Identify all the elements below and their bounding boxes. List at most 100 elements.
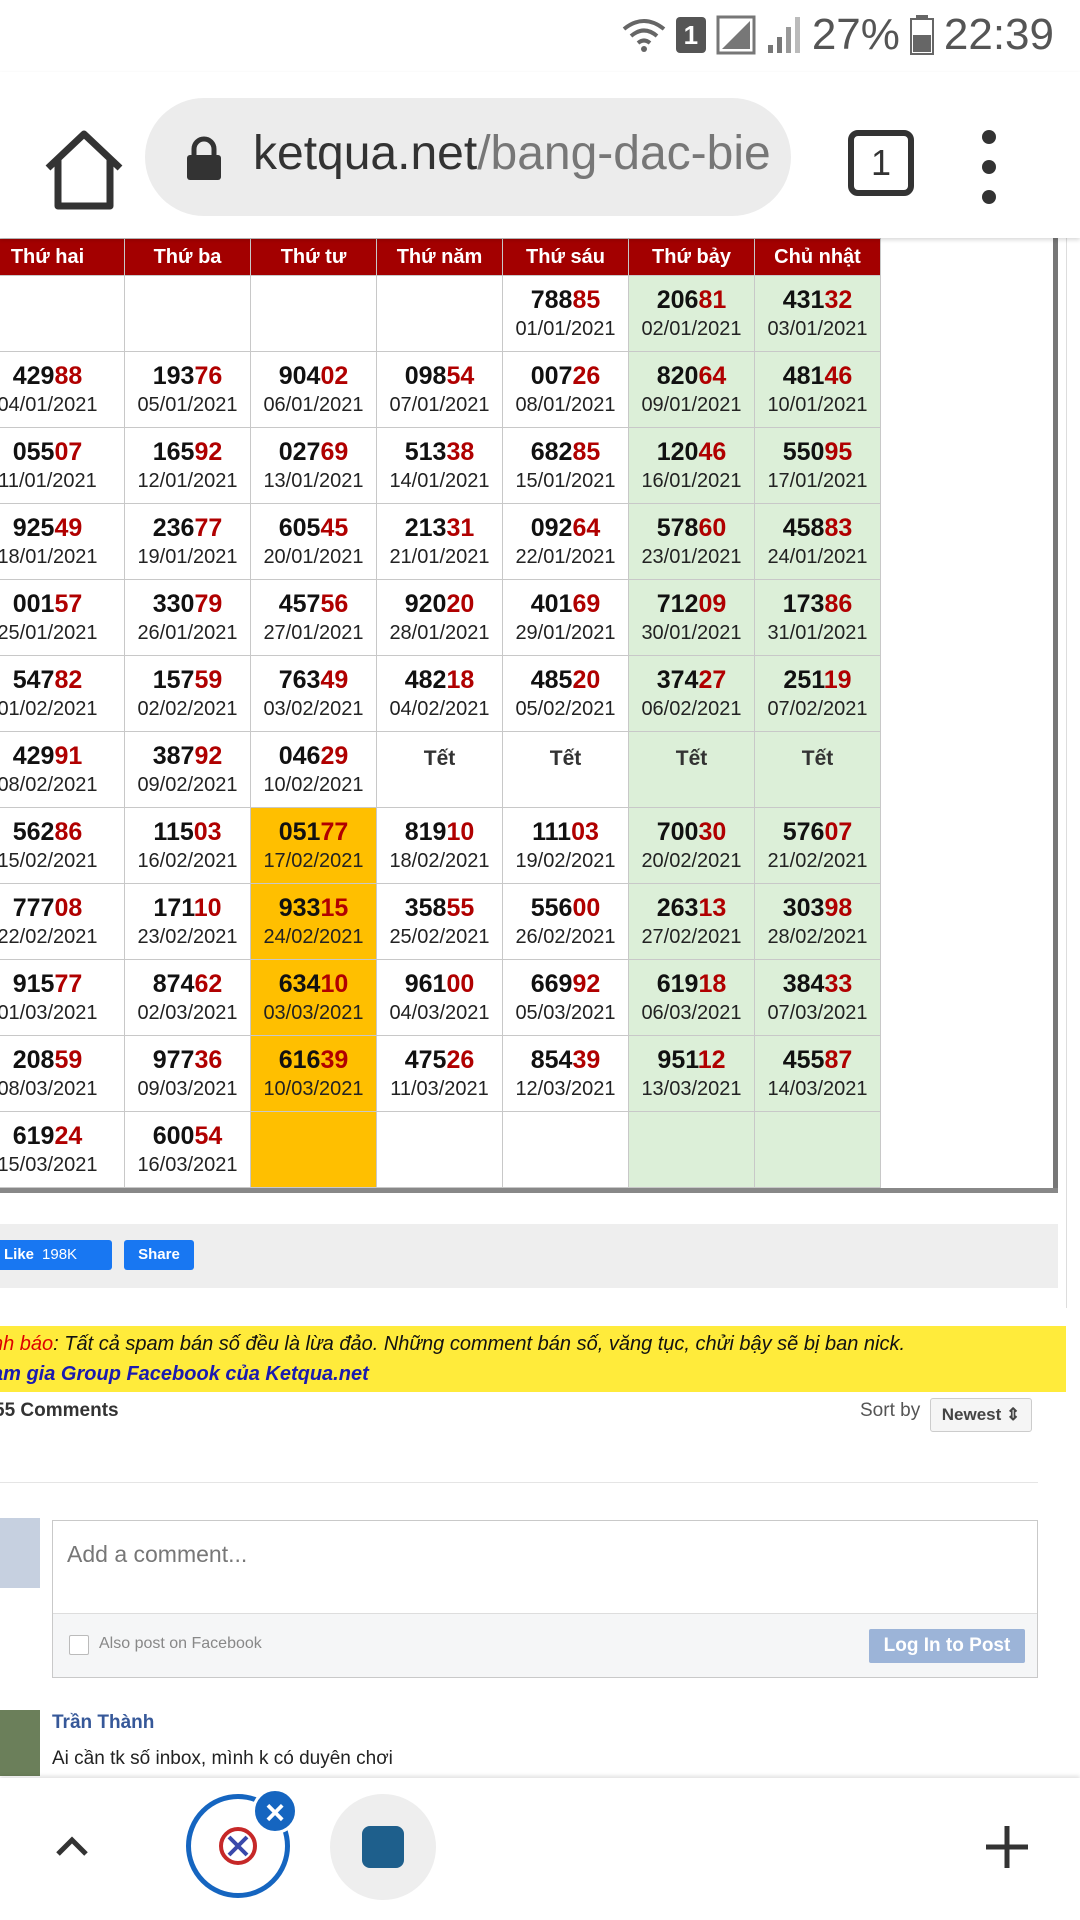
result-number-head: 933 [278,893,321,922]
chevron-up-icon[interactable] [52,1826,92,1866]
result-date: 01/01/2021 [515,317,616,340]
result-cell [124,275,251,352]
lock-icon [187,136,221,180]
result-cell: 33079 26/01/2021 [124,579,251,656]
result-cell: 48520 05/02/2021 [502,655,629,732]
result-number: 66992 [503,969,628,999]
result-date: 03/02/2021 [263,697,364,720]
result-number-tail: 31 [446,513,475,542]
result-number-head: 111 [532,817,572,846]
result-cell: 48218 04/02/2021 [376,655,503,732]
address-bar[interactable]: ketqua.net/bang-dac-bie [145,98,791,216]
bottom-navigation: × [0,1778,1080,1920]
tab-other[interactable] [330,1794,436,1900]
result-number-tail: 69 [572,589,601,618]
result-number-head: 092 [530,513,573,542]
result-number: 91577 [0,969,124,999]
comment-input[interactable]: Add a comment... [53,1521,1037,1614]
result-cell: 57860 23/01/2021 [628,503,755,580]
result-number-head: 120 [656,437,699,466]
result-cell: 42991 08/02/2021 [0,731,125,808]
result-date: 22/01/2021 [515,545,616,568]
result-number: 55095 [755,437,880,467]
result-cell: 23677 19/01/2021 [124,503,251,580]
join-group-link[interactable]: am gia Group Facebook của Ketqua.net [0,1359,369,1389]
site-logo-icon [362,1826,404,1868]
result-number-tail: 95 [824,437,853,466]
result-number-head: 055 [12,437,55,466]
tab-switcher-button[interactable]: 1 [848,130,914,196]
result-date: 15/03/2021 [0,1153,98,1176]
result-number: 57860 [629,513,754,543]
result-date: 31/01/2021 [767,621,868,644]
result-date: 27/01/2021 [263,621,364,644]
result-cell: 02769 13/01/2021 [250,427,377,504]
result-number-tail: 86 [824,589,853,618]
result-number-head: 193 [152,361,195,390]
result-number-head: 206 [656,285,699,314]
result-date: 11/01/2021 [0,469,97,492]
result-cell: 16592 12/01/2021 [124,427,251,504]
result-number-tail: 82 [54,665,83,694]
result-number: 26313 [629,893,754,923]
result-number: 56286 [0,817,124,847]
result-number-head: 550 [782,437,825,466]
also-post-label: Also post on Facebook [99,1635,262,1652]
result-number-tail: 39 [572,1045,601,1074]
result-number: 25119 [755,665,880,695]
result-number: 97736 [125,1045,250,1075]
battery-percent: 27% [811,10,900,59]
facebook-like-button[interactable]: Like 198K [0,1240,112,1270]
result-number: 57607 [755,817,880,847]
result-number-tail: 18 [698,969,727,998]
overflow-menu-icon[interactable] [982,130,998,210]
result-date: 09/03/2021 [137,1077,238,1100]
result-cell: 54782 01/02/2021 [0,655,125,732]
result-cell: 48146 10/01/2021 [754,351,881,428]
result-number: 70030 [629,817,754,847]
comment-author[interactable]: Trần Thành [52,1712,154,1734]
result-cell: 38792 09/02/2021 [124,731,251,808]
result-date: 11/03/2021 [390,1077,489,1100]
result-number-tail: 15 [320,893,349,922]
result-number: 76349 [251,665,376,695]
plus-icon[interactable] [984,1824,1030,1870]
result-number-tail: 64 [572,513,601,542]
result-number-head: 920 [404,589,447,618]
facebook-share-button[interactable]: Share [124,1240,194,1270]
close-icon[interactable]: × [252,1788,298,1834]
result-number: 45883 [755,513,880,543]
warning-banner: nh báo: Tất cả spam bán số đều là lừa đả… [0,1326,1066,1392]
result-date: 08/01/2021 [515,393,616,416]
result-number-head: 485 [530,665,573,694]
home-icon[interactable] [38,124,130,216]
result-date: 02/02/2021 [137,697,238,720]
result-number-head: 374 [656,665,699,694]
also-post-checkbox[interactable] [69,1635,89,1655]
sort-select[interactable]: Newest ⇕ [930,1398,1032,1432]
result-date: 12/01/2021 [137,469,238,492]
result-cell: 93315 24/02/2021 [250,883,377,960]
result-number: 05507 [0,437,124,467]
result-number: 21331 [377,513,502,543]
result-date: 20/01/2021 [263,545,364,568]
result-date: 13/01/2021 [263,469,364,492]
result-date: 26/01/2021 [137,621,238,644]
result-number-tail: 09 [698,589,727,618]
result-number: 55600 [503,893,628,923]
result-cell: 47526 11/03/2021 [376,1035,503,1112]
result-number-tail: 07 [824,817,853,846]
result-cell: 95112 13/03/2021 [628,1035,755,1112]
result-number-tail: 18 [446,665,475,694]
result-cell: 43132 03/01/2021 [754,275,881,352]
warning-message: : Tất cả spam bán số đều là lừa đảo. Nhữ… [53,1333,905,1355]
result-date: 16/01/2021 [641,469,742,492]
result-number: 09854 [377,361,502,391]
result-number-tail: 12 [697,1045,726,1074]
result-number-tail: 10 [193,893,222,922]
result-number-tail: 81 [698,285,727,314]
login-to-post-button[interactable]: Log In to Post [869,1629,1025,1663]
result-cell: 25119 07/02/2021 [754,655,881,732]
result-number-tail: 76 [194,361,223,390]
result-cell: 30398 28/02/2021 [754,883,881,960]
